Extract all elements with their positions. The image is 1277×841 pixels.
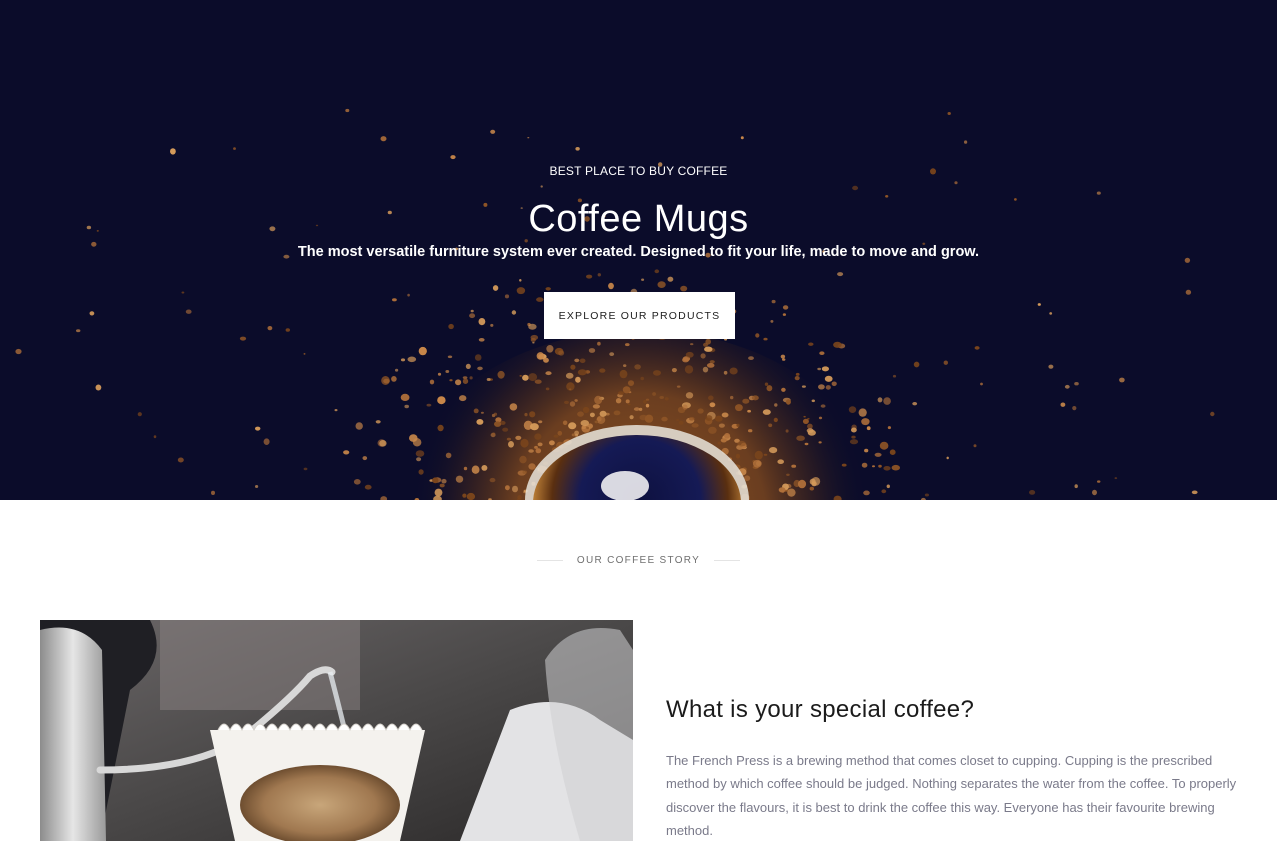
explore-products-button[interactable]: EXPLORE OUR PRODUCTS	[544, 292, 735, 339]
hero-subtitle: The most versatile furniture system ever…	[297, 244, 980, 260]
story-body: The French Press is a brewing method tha…	[666, 753, 1237, 838]
divider-right	[714, 559, 741, 561]
divider-left	[536, 559, 563, 561]
section-label-text: OUR COFFEE STORY	[576, 554, 701, 566]
pour-over-coffee-image	[40, 620, 633, 841]
hero-eyebrow: BEST PLACE TO BUY COFFEE	[549, 164, 728, 178]
hero-title: Coffee Mugs	[528, 198, 749, 240]
section-label: OUR COFFEE STORY	[0, 552, 1277, 568]
story-heading: What is your special coffee?	[666, 696, 975, 723]
hero-banner: BEST PLACE TO BUY COFFEE Coffee Mugs The…	[0, 0, 1277, 500]
